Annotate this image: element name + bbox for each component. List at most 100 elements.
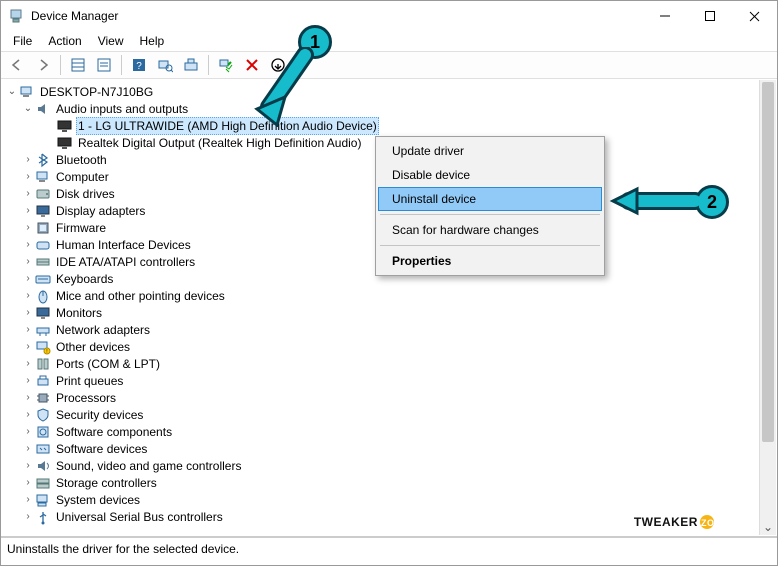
status-bar: Uninstalls the driver for the selected d… bbox=[1, 537, 777, 559]
chevron-right-icon[interactable]: › bbox=[21, 272, 35, 286]
chevron-right-icon[interactable]: › bbox=[21, 187, 35, 201]
enable-device-button[interactable] bbox=[214, 53, 238, 77]
tree-category-audio[interactable]: ⌄ Audio inputs and outputs bbox=[3, 100, 775, 117]
watermark-sub: ZONE bbox=[701, 518, 728, 528]
toolbar: ? bbox=[1, 51, 777, 79]
category-icon bbox=[35, 492, 51, 508]
cm-disable-device[interactable]: Disable device bbox=[378, 163, 602, 187]
category-label: Software components bbox=[54, 424, 174, 440]
chevron-right-icon[interactable]: › bbox=[21, 357, 35, 371]
category-label: Security devices bbox=[54, 407, 145, 423]
category-label: Bluetooth bbox=[54, 152, 109, 168]
tree-category[interactable]: ›Ports (COM & LPT) bbox=[3, 355, 775, 372]
cm-uninstall-device[interactable]: Uninstall device bbox=[378, 187, 602, 211]
tree-category[interactable]: ›Software devices bbox=[3, 440, 775, 457]
chevron-right-icon[interactable]: › bbox=[21, 476, 35, 490]
tree-category[interactable]: ›Sound, video and game controllers bbox=[3, 457, 775, 474]
properties-button[interactable] bbox=[92, 53, 116, 77]
chevron-right-icon[interactable]: › bbox=[21, 425, 35, 439]
tree-category[interactable]: › Storage controllers bbox=[3, 474, 775, 491]
disable-device-button[interactable] bbox=[266, 53, 290, 77]
tree-category[interactable]: › System devices bbox=[3, 491, 775, 508]
category-icon bbox=[35, 237, 51, 253]
chevron-right-icon[interactable]: › bbox=[21, 221, 35, 235]
cm-separator bbox=[380, 214, 600, 215]
forward-button[interactable] bbox=[31, 53, 55, 77]
tree-category[interactable]: ›Print queues bbox=[3, 372, 775, 389]
minimize-button[interactable] bbox=[642, 1, 687, 31]
maximize-button[interactable] bbox=[687, 1, 732, 31]
chevron-right-icon[interactable]: › bbox=[21, 459, 35, 473]
category-icon: ! bbox=[35, 339, 51, 355]
category-icon bbox=[35, 390, 51, 406]
category-icon bbox=[35, 373, 51, 389]
category-label: Storage controllers bbox=[54, 475, 159, 491]
chevron-right-icon[interactable]: › bbox=[21, 153, 35, 167]
tree-category[interactable]: ›Monitors bbox=[3, 304, 775, 321]
category-label: Universal Serial Bus controllers bbox=[54, 509, 225, 525]
status-text: Uninstalls the driver for the selected d… bbox=[7, 542, 239, 556]
tree-category[interactable]: ›!Other devices bbox=[3, 338, 775, 355]
tree-category[interactable]: ›Network adapters bbox=[3, 321, 775, 338]
chevron-right-icon[interactable]: › bbox=[21, 289, 35, 303]
category-icon bbox=[35, 152, 51, 168]
cm-properties[interactable]: Properties bbox=[378, 249, 602, 273]
chevron-right-icon[interactable]: › bbox=[21, 442, 35, 456]
category-label: System devices bbox=[54, 492, 142, 508]
menu-help[interactable]: Help bbox=[132, 32, 173, 50]
update-driver-button[interactable] bbox=[179, 53, 203, 77]
chevron-right-icon[interactable]: › bbox=[21, 170, 35, 184]
app-icon bbox=[9, 8, 25, 24]
category-icon bbox=[35, 288, 51, 304]
chevron-right-icon[interactable]: › bbox=[21, 204, 35, 218]
category-label: Firmware bbox=[54, 220, 108, 236]
monitor-icon bbox=[57, 118, 73, 134]
show-hide-tree-button[interactable] bbox=[66, 53, 90, 77]
cm-scan-hardware[interactable]: Scan for hardware changes bbox=[378, 218, 602, 242]
category-label: Audio inputs and outputs bbox=[54, 101, 190, 117]
category-icon bbox=[35, 169, 51, 185]
scroll-down-button[interactable]: ⌄ bbox=[760, 518, 776, 535]
toolbar-separator bbox=[60, 55, 61, 75]
device-label: Realtek Digital Output (Realtek High Def… bbox=[76, 135, 363, 151]
category-icon bbox=[35, 322, 51, 338]
tree-category[interactable]: › Security devices bbox=[3, 406, 775, 423]
chevron-down-icon[interactable]: ⌄ bbox=[5, 85, 19, 99]
category-icon bbox=[35, 186, 51, 202]
chevron-right-icon[interactable]: › bbox=[21, 510, 35, 524]
tree-device-selected[interactable]: 1 - LG ULTRAWIDE (AMD High Definition Au… bbox=[3, 117, 775, 134]
tree-category[interactable]: › Processors bbox=[3, 389, 775, 406]
chevron-right-icon[interactable]: › bbox=[21, 340, 35, 354]
chevron-right-icon[interactable]: › bbox=[21, 391, 35, 405]
category-icon bbox=[35, 441, 51, 457]
menu-file[interactable]: File bbox=[5, 32, 40, 50]
chevron-right-icon[interactable]: › bbox=[21, 255, 35, 269]
close-button[interactable] bbox=[732, 1, 777, 31]
help-button[interactable]: ? bbox=[127, 53, 151, 77]
scan-hardware-button[interactable] bbox=[153, 53, 177, 77]
category-label: Human Interface Devices bbox=[54, 237, 193, 253]
category-label: Processors bbox=[54, 390, 118, 406]
category-icon bbox=[35, 220, 51, 236]
chevron-right-icon[interactable]: › bbox=[21, 493, 35, 507]
back-button[interactable] bbox=[5, 53, 29, 77]
vertical-scrollbar[interactable]: ⌄ bbox=[759, 80, 776, 535]
uninstall-device-button[interactable] bbox=[240, 53, 264, 77]
chevron-right-icon[interactable]: › bbox=[21, 238, 35, 252]
chevron-down-icon[interactable]: ⌄ bbox=[21, 102, 35, 116]
cm-separator bbox=[380, 245, 600, 246]
tree-root[interactable]: ⌄ DESKTOP-N7J10BG bbox=[3, 83, 775, 100]
callout-1: 1 bbox=[298, 25, 332, 59]
tree-category[interactable]: › Software components bbox=[3, 423, 775, 440]
menu-view[interactable]: View bbox=[90, 32, 132, 50]
category-icon bbox=[35, 475, 51, 491]
chevron-right-icon[interactable]: › bbox=[21, 323, 35, 337]
tree-category[interactable]: ›Mice and other pointing devices bbox=[3, 287, 775, 304]
chevron-right-icon[interactable]: › bbox=[21, 306, 35, 320]
root-label: DESKTOP-N7J10BG bbox=[38, 84, 155, 100]
scroll-thumb[interactable] bbox=[762, 82, 774, 442]
chevron-right-icon[interactable]: › bbox=[21, 374, 35, 388]
menu-action[interactable]: Action bbox=[40, 32, 89, 50]
cm-update-driver[interactable]: Update driver bbox=[378, 139, 602, 163]
chevron-right-icon[interactable]: › bbox=[21, 408, 35, 422]
